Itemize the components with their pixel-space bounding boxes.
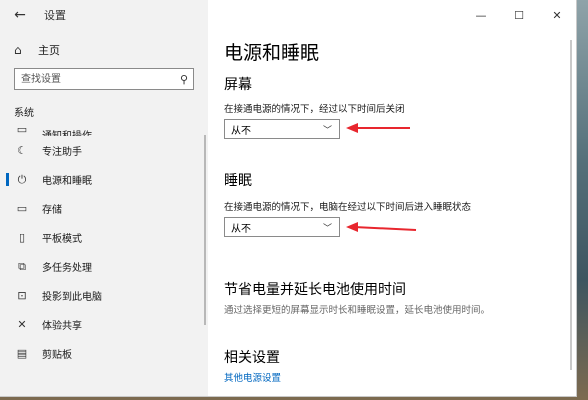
- window-controls: — ☐ ✕: [462, 0, 576, 30]
- screen-heading: 屏幕: [224, 77, 252, 93]
- window-title: 设置: [44, 9, 66, 22]
- project-icon: ⊡: [17, 289, 27, 302]
- screen-timeout-value: 从不: [231, 125, 251, 137]
- sleep-description: 在接通电源的情况下，电脑在经过以下时间后进入睡眠状态: [224, 202, 472, 213]
- sidebar: ← 设置 ⌂ 主页 ⚲ 系统 ▭ 通知和操作 ☾ 专注助手 ⏻ 电源和睡眠: [0, 0, 208, 396]
- notification-icon: ▭: [16, 123, 28, 136]
- sleep-timeout-value: 从不: [231, 223, 251, 235]
- sidebar-item-tablet-mode[interactable]: ▯ 平板模式: [0, 223, 208, 252]
- sidebar-item-label: 剪贴板: [42, 350, 72, 361]
- page-title: 电源和睡眠: [224, 42, 320, 64]
- maximize-icon: ☐: [514, 8, 524, 22]
- chevron-down-icon: ﹀: [322, 223, 332, 234]
- close-button[interactable]: ✕: [538, 0, 576, 30]
- related-settings-heading: 相关设置: [224, 350, 280, 366]
- back-arrow-icon: ←: [14, 7, 26, 23]
- sidebar-item-focus-assist[interactable]: ☾ 专注助手: [0, 136, 208, 165]
- search-icon[interactable]: ⚲: [175, 73, 193, 86]
- sleep-heading: 睡眠: [224, 173, 252, 189]
- clipboard-icon: ▤: [16, 347, 28, 360]
- sidebar-item-label: 体验共享: [42, 321, 82, 332]
- annotation-arrow-icon: [346, 123, 410, 133]
- screen-timeout-dropdown[interactable]: 从不 ﹀: [224, 119, 340, 139]
- sidebar-item-label: 多任务处理: [42, 263, 92, 274]
- home-icon: ⌂: [14, 43, 22, 57]
- content-scrollbar[interactable]: [570, 40, 572, 370]
- multitask-icon: ⧉: [18, 259, 26, 273]
- share-icon: ✕: [17, 318, 27, 331]
- search-input[interactable]: [15, 70, 175, 88]
- title-bar: ← 设置: [0, 0, 208, 30]
- annotation-arrow-icon: [346, 222, 417, 232]
- sidebar-item-shared-experiences[interactable]: ✕ 体验共享: [0, 310, 208, 339]
- sidebar-item-projecting[interactable]: ⊡ 投影到此电脑: [0, 281, 208, 310]
- sidebar-item-multitasking[interactable]: ⧉ 多任务处理: [0, 252, 208, 281]
- search-box[interactable]: ⚲: [14, 68, 194, 90]
- section-label: 系统: [14, 108, 34, 119]
- close-icon: ✕: [552, 8, 562, 22]
- storage-icon: ▭: [16, 202, 28, 215]
- sidebar-item-notifications[interactable]: ▭ 通知和操作: [0, 122, 208, 136]
- back-button[interactable]: ←: [0, 0, 40, 30]
- sidebar-item-label: 投影到此电脑: [42, 292, 102, 303]
- main-content: — ☐ ✕ 电源和睡眠 屏幕 在接通电源的情况下，经过以下时间后关闭 从不 ﹀ …: [208, 0, 576, 396]
- chevron-down-icon: ﹀: [322, 125, 332, 136]
- sidebar-item-label: 电源和睡眠: [42, 176, 92, 187]
- tablet-icon: ▯: [18, 231, 26, 244]
- sleep-timeout-dropdown[interactable]: 从不 ﹀: [224, 217, 340, 237]
- battery-description: 通过选择更短的屏幕显示时长和睡眠设置，延长电池使用时间。: [224, 305, 491, 316]
- sidebar-item-label: 通知和操作: [42, 127, 92, 136]
- sidebar-item-power-sleep[interactable]: ⏻ 电源和睡眠: [0, 165, 208, 194]
- additional-power-settings-link[interactable]: 其他电源设置: [224, 370, 281, 384]
- moon-icon: ☾: [17, 144, 27, 157]
- battery-heading: 节省电量并延长电池使用时间: [224, 282, 406, 298]
- settings-window: ← 设置 ⌂ 主页 ⚲ 系统 ▭ 通知和操作 ☾ 专注助手 ⏻ 电源和睡眠: [0, 0, 576, 396]
- sidebar-item-label: 存储: [42, 205, 62, 216]
- nav-list: ▭ 通知和操作 ☾ 专注助手 ⏻ 电源和睡眠 ▭ 存储 ▯ 平板模式 ⧉ 多任务…: [0, 122, 208, 368]
- minimize-button[interactable]: —: [462, 0, 500, 30]
- sidebar-item-clipboard[interactable]: ▤ 剪贴板: [0, 339, 208, 368]
- home-nav-item[interactable]: ⌂ 主页: [0, 38, 208, 62]
- sidebar-item-label: 专注助手: [42, 147, 82, 158]
- sidebar-scrollbar[interactable]: [204, 135, 206, 325]
- sidebar-item-label: 平板模式: [42, 234, 82, 245]
- sidebar-item-storage[interactable]: ▭ 存储: [0, 194, 208, 223]
- maximize-button[interactable]: ☐: [500, 0, 538, 30]
- power-icon: ⏻: [17, 172, 27, 186]
- minimize-icon: —: [475, 8, 487, 22]
- home-label: 主页: [38, 44, 60, 57]
- screen-description: 在接通电源的情况下，经过以下时间后关闭: [224, 104, 405, 115]
